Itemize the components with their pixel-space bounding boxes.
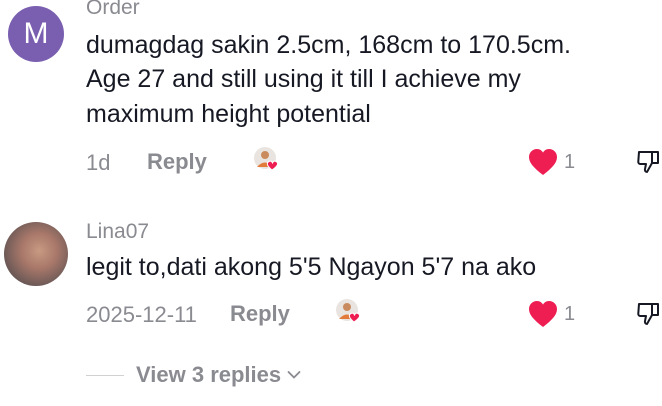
comment-text-line-1: dumagdag sakin 2.5cm, 168cm to 170.5cm.	[86, 31, 571, 59]
like-button[interactable]: 1	[528, 148, 575, 176]
creator-liked-badge-icon	[336, 299, 361, 323]
view-replies-row: View 3 replies	[86, 362, 301, 388]
reply-button[interactable]: Reply	[230, 301, 290, 327]
thumbs-down-icon[interactable]	[636, 300, 662, 326]
view-replies-label: View 3 replies	[136, 362, 282, 387]
divider	[86, 374, 124, 376]
comment-time: 2025-12-11	[86, 302, 197, 327]
chevron-down-icon	[287, 371, 301, 379]
like-button[interactable]: 1	[528, 300, 575, 328]
avatar[interactable]	[4, 222, 68, 286]
comment-text-line-3: maximum height potential	[86, 100, 371, 128]
comment-time: 1d	[86, 150, 111, 175]
creator-liked-badge-icon	[254, 147, 279, 171]
avatar[interactable]: M	[8, 6, 64, 62]
username[interactable]: Lina07	[86, 220, 149, 244]
username[interactable]: Order	[86, 0, 140, 20]
like-count: 1	[564, 150, 576, 173]
heart-icon	[529, 149, 557, 175]
thumbs-down-icon[interactable]	[636, 148, 662, 174]
reply-button[interactable]: Reply	[147, 149, 207, 175]
comment-text-line-1: legit to,dati akong 5'5 Ngayon 5'7 na ak…	[86, 253, 537, 281]
like-count: 1	[564, 302, 576, 325]
heart-icon	[529, 301, 557, 327]
comment-text-line-2: Age 27 and still using it till I achieve…	[86, 65, 521, 93]
view-replies-button[interactable]: View 3 replies	[136, 362, 301, 388]
